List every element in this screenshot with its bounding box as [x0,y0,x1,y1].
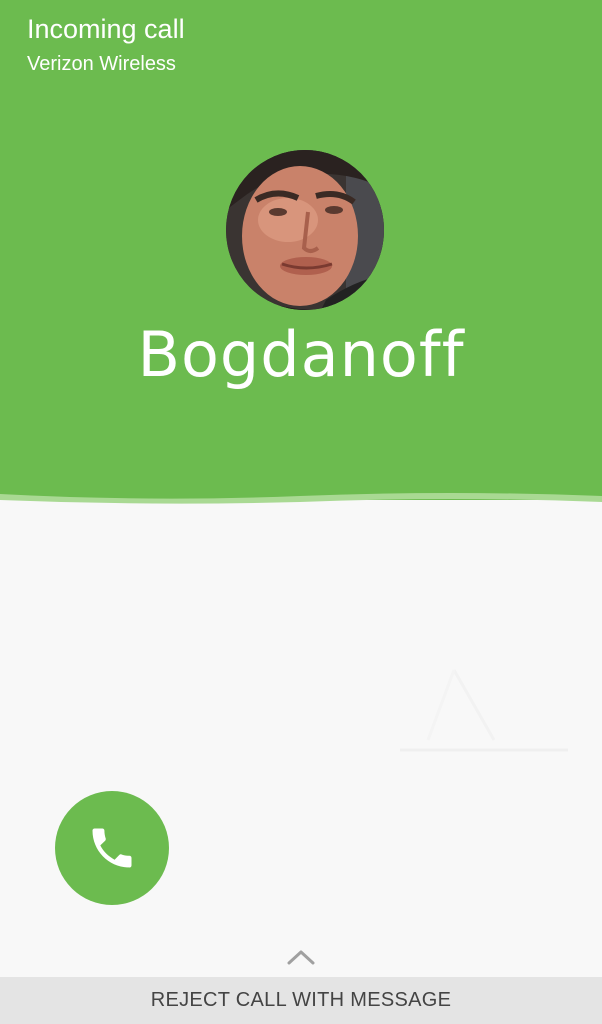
caller-header-panel: Incoming call Verizon Wireless Bogdanoff [0,0,602,500]
swipe-hint-graphic [400,669,568,752]
answer-call-button[interactable] [55,791,169,905]
header-wave-divider [0,486,602,504]
caller-avatar [226,150,384,310]
caller-name: Bogdanoff [137,318,465,391]
reject-with-message-label: REJECT CALL WITH MESSAGE [150,989,452,1011]
reject-with-message-button[interactable]: REJECT CALL WITH MESSAGE [0,977,602,1024]
caller-photo [226,150,384,310]
incoming-call-screen: Incoming call Verizon Wireless Bogdanoff [0,0,602,1024]
carrier-label: Verizon Wireless [27,53,176,75]
phone-icon [92,828,132,868]
chevron-up-icon[interactable] [286,948,316,966]
call-status-label: Incoming call [27,14,185,44]
